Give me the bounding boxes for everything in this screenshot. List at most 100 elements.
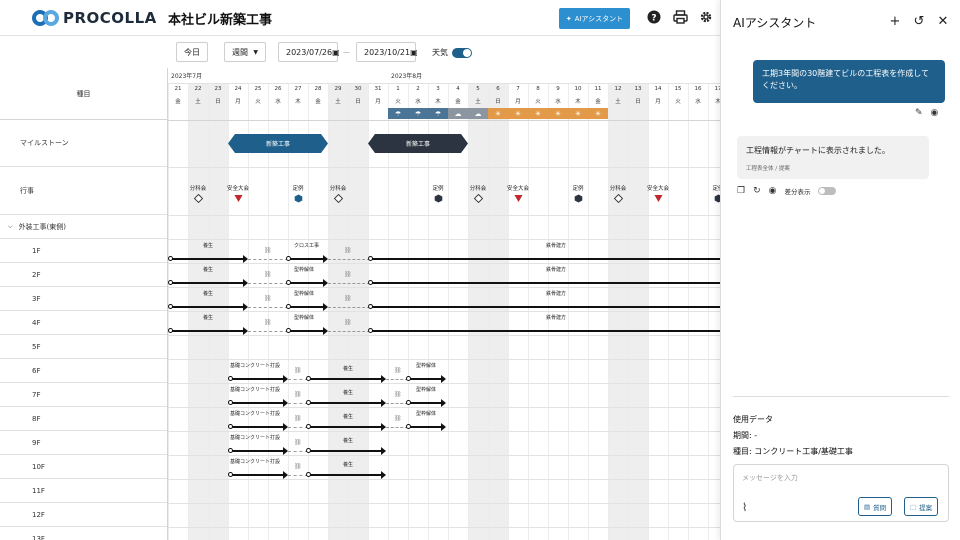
print-icon[interactable] (672, 9, 688, 25)
procolla-logo[interactable]: PROCOLLA (32, 9, 157, 27)
link-icon[interactable]: ⛓ (264, 271, 272, 278)
copy-icon[interactable]: ❐ (737, 186, 745, 196)
diff-toggle[interactable] (818, 187, 837, 195)
message-input[interactable] (742, 471, 942, 485)
link-icon[interactable]: ⛓ (394, 415, 402, 422)
milestone-bar[interactable]: 新築工事 (228, 134, 328, 153)
link-icon[interactable]: ⛓ (294, 367, 302, 374)
diamond-marker[interactable] (183, 194, 213, 203)
today-button[interactable]: 今日 (176, 42, 208, 62)
view-select[interactable]: 週間 ▼ (224, 42, 266, 62)
task-bar[interactable] (306, 374, 386, 384)
task-bar[interactable] (306, 422, 386, 432)
floor-row-label[interactable]: 1F (0, 239, 167, 263)
task-line (408, 426, 442, 428)
task-line (170, 306, 244, 308)
task-bar[interactable] (286, 278, 328, 288)
floor-row-label[interactable]: 10F (0, 455, 167, 479)
triangle-marker[interactable] (643, 194, 673, 203)
history-icon[interactable]: ↺ (911, 13, 927, 29)
weather-toggle[interactable]: 天気 (432, 47, 472, 58)
task-bar[interactable] (306, 398, 386, 408)
task-bar[interactable] (406, 374, 446, 384)
refresh-icon[interactable]: ↻ (753, 186, 761, 196)
floor-row-label[interactable]: 3F (0, 287, 167, 311)
task-bar[interactable] (368, 278, 720, 288)
link-icon[interactable]: ⛓ (344, 247, 352, 254)
floor-row-label[interactable]: 2F (0, 263, 167, 287)
task-bar[interactable] (306, 446, 386, 456)
hex-marker[interactable] (563, 194, 593, 203)
start-date-field[interactable]: 2023/07/26 ▣ (278, 42, 340, 62)
task-bar[interactable] (286, 254, 328, 264)
ai-assistant-button[interactable]: ✦ AIアシスタント (559, 8, 630, 29)
task-bar[interactable] (368, 326, 720, 336)
task-bar[interactable] (228, 470, 288, 480)
edit-icon[interactable]: ✎ (915, 108, 923, 118)
floor-row-label[interactable]: 7F (0, 383, 167, 407)
task-bar[interactable] (406, 422, 446, 432)
task-bar[interactable] (228, 398, 288, 408)
link-icon[interactable]: ⛓ (294, 463, 302, 470)
weather-switch[interactable] (452, 47, 472, 58)
link-icon[interactable]: ⛓ (294, 439, 302, 446)
close-icon[interactable]: ✕ (935, 13, 951, 29)
divider (168, 503, 720, 504)
task-bar[interactable] (306, 470, 386, 480)
task-bar[interactable] (406, 398, 446, 408)
dependency-line (328, 259, 370, 260)
floor-row-label[interactable]: 9F (0, 431, 167, 455)
task-bar[interactable] (168, 326, 248, 336)
link-icon[interactable]: ⛓ (344, 271, 352, 278)
propose-button[interactable]: ⬚ 提案 (904, 497, 939, 516)
floor-row-label[interactable]: 4F (0, 311, 167, 335)
task-bar[interactable] (168, 302, 248, 312)
task-bar[interactable] (228, 422, 288, 432)
task-bar[interactable] (228, 374, 288, 384)
hex-marker[interactable] (703, 194, 720, 203)
diamond-marker[interactable] (463, 194, 493, 203)
task-bar[interactable] (368, 254, 720, 264)
link-icon[interactable]: ⛓ (294, 415, 302, 422)
question-button[interactable]: ▤ 質問 (858, 497, 893, 516)
task-bar[interactable] (168, 254, 248, 264)
task-bar[interactable] (286, 302, 328, 312)
triangle-marker[interactable] (503, 194, 533, 203)
task-bar[interactable] (368, 302, 720, 312)
milestone-bar[interactable]: 新築工事 (368, 134, 468, 153)
help-icon[interactable]: ? (646, 9, 662, 25)
hex-blue-marker[interactable] (283, 194, 313, 203)
diamond-marker[interactable] (603, 194, 633, 203)
task-bar[interactable] (168, 278, 248, 288)
link-icon[interactable]: ⛓ (264, 295, 272, 302)
link-icon[interactable]: ⛓ (394, 391, 402, 398)
task-bar[interactable] (286, 326, 328, 336)
floor-row-label[interactable]: 12F (0, 503, 167, 527)
floor-row-label[interactable]: 8F (0, 407, 167, 431)
link-icon[interactable]: ⛓ (294, 391, 302, 398)
end-date-field[interactable]: 2023/10/21 ▣ (356, 42, 418, 62)
triangle-marker[interactable] (223, 194, 253, 203)
gear-icon[interactable] (698, 9, 714, 25)
paperclip-icon[interactable]: ⌇ (742, 501, 747, 514)
link-icon[interactable]: ⛓ (264, 247, 272, 254)
day-number: 27 (294, 86, 302, 92)
task-label: 型枠解体 (294, 267, 315, 273)
task-label: 養生 (343, 462, 354, 468)
task-bar[interactable] (228, 446, 288, 456)
floor-row-label[interactable]: 6F (0, 359, 167, 383)
day-of-week: 土 (475, 99, 481, 105)
eye-icon[interactable]: ◉ (769, 186, 777, 196)
link-icon[interactable]: ⛓ (344, 295, 352, 302)
floor-row-label[interactable]: 5F (0, 335, 167, 359)
link-icon[interactable]: ⛓ (344, 319, 352, 326)
hex-marker[interactable] (423, 194, 453, 203)
plus-icon[interactable]: + (887, 13, 903, 29)
floor-row-label[interactable]: 11F (0, 479, 167, 503)
eye-icon[interactable]: ◉ (931, 108, 939, 118)
link-icon[interactable]: ⛓ (394, 367, 402, 374)
diamond-marker[interactable] (323, 194, 353, 203)
floor-row-label[interactable]: 13F (0, 527, 167, 540)
link-icon[interactable]: ⛓ (264, 319, 272, 326)
group-row[interactable]: ⌵ 外装工事(東側) (0, 215, 167, 239)
